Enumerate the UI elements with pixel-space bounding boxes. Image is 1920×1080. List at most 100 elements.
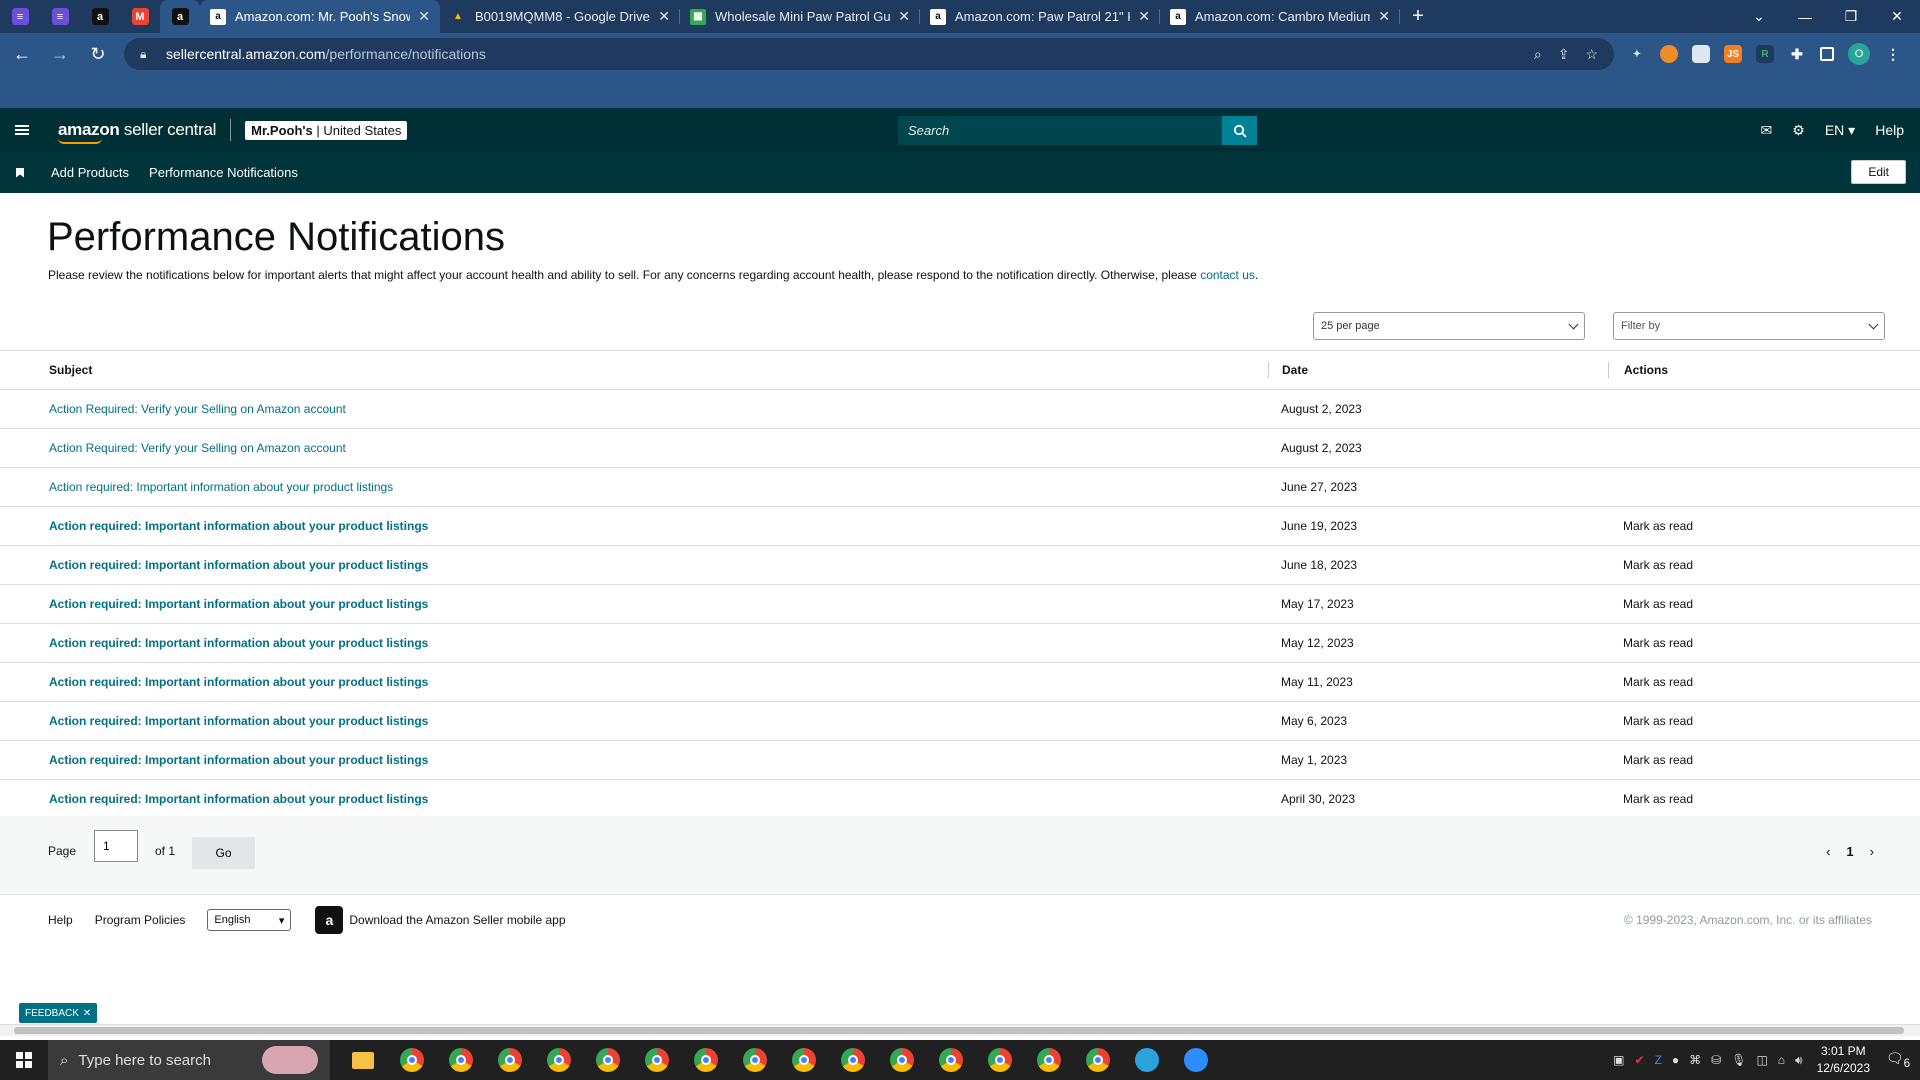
notification-subject-link[interactable]: Action required: Important information a… (49, 519, 428, 533)
volume-icon[interactable]: 🔊︎ (1795, 1053, 1803, 1068)
puzzle-icon[interactable]: ✚ (1788, 45, 1806, 63)
help-link[interactable]: Help (1875, 122, 1904, 138)
new-tab-button[interactable]: + (1400, 5, 1436, 28)
microphone-icon[interactable]: 🎙︎ (1731, 1053, 1746, 1068)
chrome-taskbar-icon[interactable] (1024, 1040, 1073, 1080)
search-input[interactable] (898, 116, 1222, 145)
restore-button[interactable]: ❐ (1828, 8, 1874, 25)
chevron-left-icon[interactable]: ‹ (1826, 844, 1830, 859)
chrome-taskbar-icon[interactable] (534, 1040, 583, 1080)
pinned-tab[interactable]: ≡ (40, 0, 80, 33)
subnav-add-products[interactable]: Add Products (51, 165, 129, 180)
gear-icon[interactable]: ⚙ (1792, 122, 1805, 139)
mark-as-read-link[interactable]: Mark as read (1623, 597, 1693, 611)
mark-as-read-link[interactable]: Mark as read (1623, 558, 1693, 572)
close-tab-icon[interactable]: ✕ (658, 8, 670, 25)
close-tab-icon[interactable]: ✕ (1138, 8, 1150, 25)
chrome-taskbar-icon[interactable] (1073, 1040, 1122, 1080)
browser-tab[interactable]: a Amazon.com: Mr. Pooh's Snow E ✕ (200, 0, 440, 33)
close-tab-icon[interactable]: ✕ (898, 8, 910, 25)
tray-icon[interactable]: ▣ (1613, 1053, 1624, 1068)
tray-icon[interactable]: ⌘ (1689, 1053, 1701, 1068)
filter-select[interactable]: Filter by (1613, 312, 1885, 340)
tray-icon[interactable]: ● (1672, 1053, 1679, 1068)
mail-icon[interactable]: ✉ (1761, 122, 1773, 139)
chrome-taskbar-icon[interactable] (681, 1040, 730, 1080)
mark-as-read-link[interactable]: Mark as read (1623, 636, 1693, 650)
tab-search-icon[interactable]: ⌄ (1736, 8, 1782, 25)
taskbar-search[interactable]: ⌕ Type here to search (48, 1040, 330, 1080)
network-icon[interactable]: ⌂ (1778, 1053, 1785, 1068)
scrollbar-thumb[interactable] (14, 1027, 1904, 1034)
feedback-button[interactable]: FEEDBACK ✕ (19, 1003, 98, 1023)
chrome-taskbar-icon[interactable] (485, 1040, 534, 1080)
program-policies-link[interactable]: Program Policies (95, 913, 186, 927)
chrome-taskbar-icon[interactable] (926, 1040, 975, 1080)
extension-icon[interactable]: JS (1724, 45, 1742, 63)
close-window-button[interactable]: ✕ (1874, 8, 1920, 25)
language-dropdown[interactable]: EN ▾ (1825, 122, 1855, 139)
mobile-app-link[interactable]: Download the Amazon Seller mobile app (349, 913, 565, 927)
chevron-right-icon[interactable]: › (1870, 844, 1874, 859)
notification-subject-link[interactable]: Action Required: Verify your Selling on … (49, 402, 346, 416)
mark-as-read-link[interactable]: Mark as read (1623, 519, 1693, 533)
seller-central-logo[interactable]: amazon seller central (58, 120, 216, 144)
chrome-taskbar-icon[interactable] (730, 1040, 779, 1080)
clock[interactable]: 3:01 PM 12/6/2023 (1817, 1043, 1870, 1077)
forward-icon[interactable]: → (44, 44, 76, 65)
page-number-input[interactable] (94, 830, 138, 862)
footer-help-link[interactable]: Help (48, 913, 73, 927)
col-subject[interactable]: Subject (0, 363, 1268, 377)
pinned-tab[interactable]: a (80, 0, 120, 33)
telegram-taskbar-icon[interactable] (1122, 1040, 1171, 1080)
profile-avatar[interactable]: O (1848, 43, 1870, 65)
chrome-taskbar-icon[interactable] (632, 1040, 681, 1080)
notification-subject-link[interactable]: Action required: Important information a… (49, 753, 428, 767)
reload-icon[interactable]: ↻ (82, 44, 114, 65)
chrome-taskbar-icon[interactable] (779, 1040, 828, 1080)
notification-subject-link[interactable]: Action required: Important information a… (49, 714, 428, 728)
notification-subject-link[interactable]: Action required: Important information a… (49, 558, 428, 572)
edit-button[interactable]: Edit (1851, 160, 1906, 184)
per-page-select[interactable]: 25 per page (1313, 312, 1585, 340)
folder-taskbar-icon[interactable] (338, 1040, 387, 1080)
go-button[interactable]: Go (192, 837, 255, 869)
notification-subject-link[interactable]: Action required: Important information a… (49, 480, 393, 494)
close-tab-icon[interactable]: ✕ (1378, 8, 1390, 25)
zoom-taskbar-icon[interactable] (1171, 1040, 1220, 1080)
notification-subject-link[interactable]: Action Required: Verify your Selling on … (49, 441, 346, 455)
mark-as-read-link[interactable]: Mark as read (1623, 792, 1693, 806)
horizontal-scrollbar[interactable] (0, 1024, 1920, 1036)
chrome-taskbar-icon[interactable] (436, 1040, 485, 1080)
chrome-taskbar-icon[interactable] (975, 1040, 1024, 1080)
sidebar-icon[interactable] (1820, 47, 1834, 61)
store-switcher[interactable]: Mr.Pooh's | United States (245, 120, 408, 140)
pinned-tab[interactable]: a (160, 0, 200, 33)
url-bar[interactable]: 🔒︎ sellercentral.amazon.com/performance/… (124, 38, 1614, 70)
browser-tab[interactable]: a Amazon.com: Paw Patrol 21" Kid ✕ (920, 0, 1160, 33)
col-date[interactable]: Date (1268, 362, 1608, 378)
tray-icon[interactable]: ✔ (1635, 1053, 1645, 1068)
close-icon[interactable]: ✕ (83, 1008, 91, 1019)
notification-center-icon[interactable]: 🗨︎6 (1884, 1050, 1912, 1070)
lock-icon[interactable]: 🔒︎ (140, 47, 154, 62)
mark-as-read-link[interactable]: Mark as read (1623, 753, 1693, 767)
tray-icon[interactable]: ⛁ (1711, 1053, 1721, 1068)
current-page[interactable]: 1 (1846, 844, 1853, 859)
extension-icon[interactable]: ✦ (1628, 45, 1646, 63)
chrome-taskbar-icon[interactable] (877, 1040, 926, 1080)
mark-as-read-link[interactable]: Mark as read (1623, 714, 1693, 728)
menu-icon[interactable]: ⋮ (1884, 45, 1902, 63)
hamburger-menu-icon[interactable] (0, 129, 44, 131)
subnav-performance-notifications[interactable]: Performance Notifications (149, 165, 298, 180)
extension-icon[interactable]: R (1756, 45, 1774, 63)
back-icon[interactable]: ← (6, 44, 38, 65)
share-icon[interactable]: ⇪ (1558, 46, 1570, 63)
chrome-taskbar-icon[interactable] (583, 1040, 632, 1080)
amazon-app-icon[interactable]: a (315, 906, 344, 934)
notification-subject-link[interactable]: Action required: Important information a… (49, 675, 428, 689)
close-tab-icon[interactable]: ✕ (418, 8, 430, 25)
language-select[interactable]: English ▾ (207, 909, 292, 931)
windows-start-icon[interactable] (0, 1052, 48, 1068)
pinned-tab[interactable]: M (120, 0, 160, 33)
